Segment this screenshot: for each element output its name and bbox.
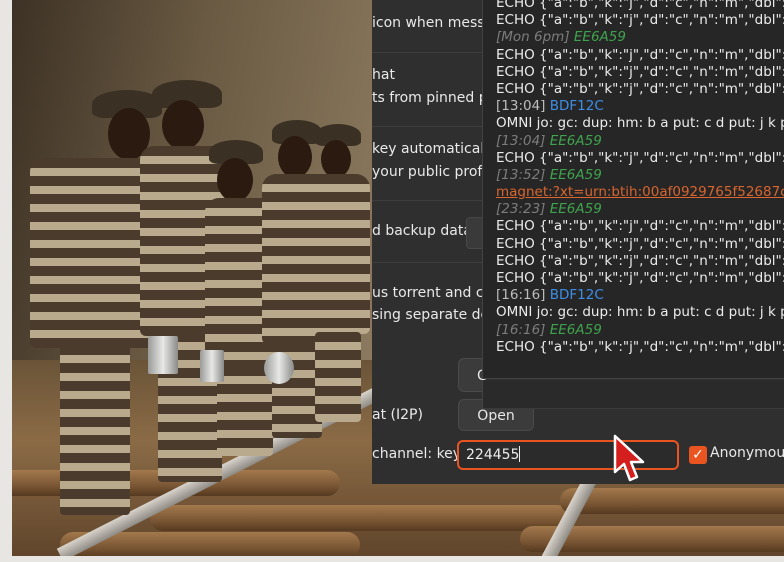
message-text: ECHO {"a":"b","k":"j","d":"c","n":"m","d…: [496, 46, 784, 63]
message-timestamp: [Mon 6pm]: [496, 29, 574, 46]
message-timestamp: [23:23]: [496, 201, 550, 218]
message-text: ECHO {"a":"b","k":"j","d":"c","n":"m","d…: [496, 252, 784, 269]
message-header: [13:04] EE6A59: [496, 133, 784, 150]
photo-figure: [305, 124, 370, 424]
setting-channel-key-label: channel: key: [372, 446, 462, 462]
message-text: OMNI jo: gc: dup: hm: b a put: c d put: …: [496, 115, 784, 132]
message-header: [13:04] BDF12C: [496, 98, 784, 115]
divider: [372, 52, 487, 53]
chat-log-lines: ECHO {"a":"b","k":"j","d":"c","n":"m","d…: [496, 0, 784, 356]
photo-tin-can: [148, 336, 178, 374]
message-header: [16:16] BDF12C: [496, 287, 784, 304]
sender-id[interactable]: BDF12C: [550, 98, 604, 114]
magnet-link[interactable]: magnet:?xt=urn:btih:00af0929765f52687c8: [496, 184, 784, 201]
sender-id[interactable]: EE6A59: [550, 322, 602, 338]
setting-backup-data-label: d backup data: [372, 223, 472, 239]
message-text: ECHO {"a":"b","k":"j","d":"c","n":"m","d…: [496, 12, 784, 29]
divider: [372, 126, 487, 127]
message-text: ECHO {"a":"b","k":"j","d":"c","n":"m","d…: [496, 80, 784, 97]
message-text: ECHO {"a":"b","k":"j","d":"c","n":"m","d…: [496, 218, 784, 235]
photo-log: [150, 505, 570, 531]
mouse-pointer-icon: [613, 434, 645, 482]
anonymous-label: Anonymous: [710, 445, 784, 461]
photo-border: [0, 0, 12, 562]
message-header: [23:23] EE6A59: [496, 201, 784, 218]
message-text: ECHO {"a":"b","k":"j","d":"c","n":"m","d…: [496, 149, 784, 166]
chat-log[interactable]: ECHO {"a":"b","k":"j","d":"c","n":"m","d…: [482, 0, 784, 379]
checkmark-icon: ✓: [692, 447, 704, 463]
setting-key-auto-label: key automatically: [372, 141, 497, 157]
message-compose-field[interactable]: [482, 380, 784, 409]
sender-id[interactable]: EE6A59: [550, 167, 602, 183]
message-text: ECHO {"a":"b","k":"j","d":"c","n":"m","d…: [496, 235, 784, 252]
message-header: [Mon 6pm] EE6A59: [496, 29, 784, 46]
message-timestamp: [16:16]: [496, 321, 550, 338]
divider: [372, 200, 487, 201]
anonymous-checkbox[interactable]: ✓: [689, 446, 707, 464]
sender-id[interactable]: EE6A59: [550, 133, 602, 149]
photo-log: [560, 488, 784, 514]
photo-border: [0, 556, 784, 562]
setting-chat-label: hat: [372, 67, 395, 83]
setting-notification-icon-label: icon when messa: [372, 15, 494, 31]
message-text: ECHO {"a":"b","k":"j","d":"c","n":"m","d…: [496, 270, 784, 286]
message-header: [13:52] EE6A59: [496, 167, 784, 184]
message-timestamp: [13:52]: [496, 166, 550, 183]
message-timestamp: [13:04]: [496, 132, 550, 149]
sender-id[interactable]: EE6A59: [574, 29, 626, 45]
message-text: ECHO {"a":"b","k":"j","d":"c","n":"m","d…: [496, 338, 784, 355]
message-header: [16:16] EE6A59: [496, 322, 784, 339]
text-cursor: [519, 446, 521, 462]
sender-id[interactable]: EE6A59: [550, 201, 602, 217]
setting-pinned-posts-label: ts from pinned pa: [372, 90, 497, 106]
divider: [372, 262, 487, 263]
message-text: ECHO {"a":"b","k":"j","d":"c","n":"m","d…: [496, 0, 784, 11]
message-timestamp: [16:16]: [496, 287, 550, 304]
message-text: OMNI jo: gc: dup: hm: b a put: c d put: …: [496, 304, 784, 321]
sender-id[interactable]: BDF12C: [550, 287, 604, 303]
photo-tin-cup: [264, 352, 294, 384]
setting-i2p-label: at (I2P): [372, 407, 423, 423]
message-timestamp: [13:04]: [496, 98, 550, 115]
photo-tin-can: [200, 350, 224, 382]
channel-key-value: 224455: [466, 447, 520, 463]
setting-separate-device-label: sing separate de: [372, 307, 490, 323]
setting-torrent-label: us torrent and ch: [372, 285, 493, 301]
setting-public-profile-label: your public prof: [372, 164, 483, 180]
message-text: ECHO {"a":"b","k":"j","d":"c","n":"m","d…: [496, 63, 784, 80]
